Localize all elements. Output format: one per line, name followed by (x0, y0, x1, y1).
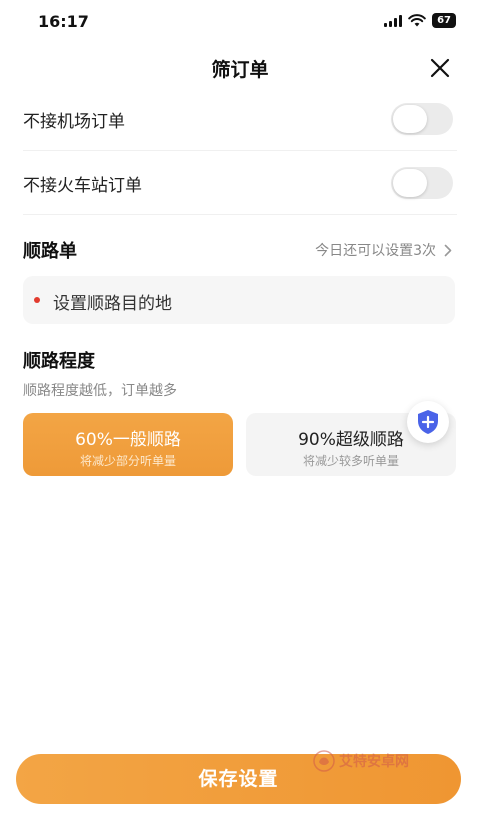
filter-row-airport: 不接机场订单 (23, 87, 457, 151)
toggle-airport[interactable] (391, 103, 453, 135)
wifi-icon (408, 14, 426, 27)
signal-icon (384, 14, 403, 27)
shield-plus-icon (418, 410, 438, 434)
battery-icon: 67 (432, 13, 456, 28)
chevron-right-icon (444, 244, 452, 256)
status-icons: 67 (384, 13, 456, 28)
location-dot-icon (34, 297, 40, 303)
route-order-remaining-link[interactable]: 今日还可以设置3次 (315, 240, 452, 260)
route-option-sub: 将减少部分听单量 (79, 454, 176, 468)
filter-label-train-station: 不接火车站订单 (23, 176, 142, 196)
shield-plus-button[interactable] (407, 401, 449, 443)
status-time: 16:17 (38, 12, 89, 31)
toggle-train-station[interactable] (391, 167, 453, 199)
route-order-title: 顺路单 (23, 241, 77, 262)
route-level-hint: 顺路程度越低，订单越多 (23, 383, 177, 399)
close-icon (430, 58, 450, 78)
status-bar: 16:17 67 (0, 0, 480, 44)
filter-row-train-station: 不接火车站订单 (23, 151, 457, 215)
destination-placeholder: 设置顺路目的地 (53, 294, 172, 314)
save-settings-button[interactable]: 保存设置 (16, 754, 461, 804)
destination-input[interactable]: 设置顺路目的地 (23, 276, 455, 324)
close-button[interactable] (428, 56, 452, 80)
route-option-main: 60%一般顺路 (75, 430, 181, 450)
route-order-remaining-text: 今日还可以设置3次 (315, 243, 436, 259)
filter-label-airport: 不接机场订单 (23, 112, 125, 132)
toggle-knob (393, 169, 427, 197)
page-title: 筛订单 (211, 59, 269, 81)
route-option-sub: 将减少较多听单量 (302, 454, 399, 468)
route-option-60[interactable]: 60%一般顺路 将减少部分听单量 (23, 413, 233, 476)
route-level-title: 顺路程度 (23, 351, 95, 372)
toggle-knob (393, 105, 427, 133)
